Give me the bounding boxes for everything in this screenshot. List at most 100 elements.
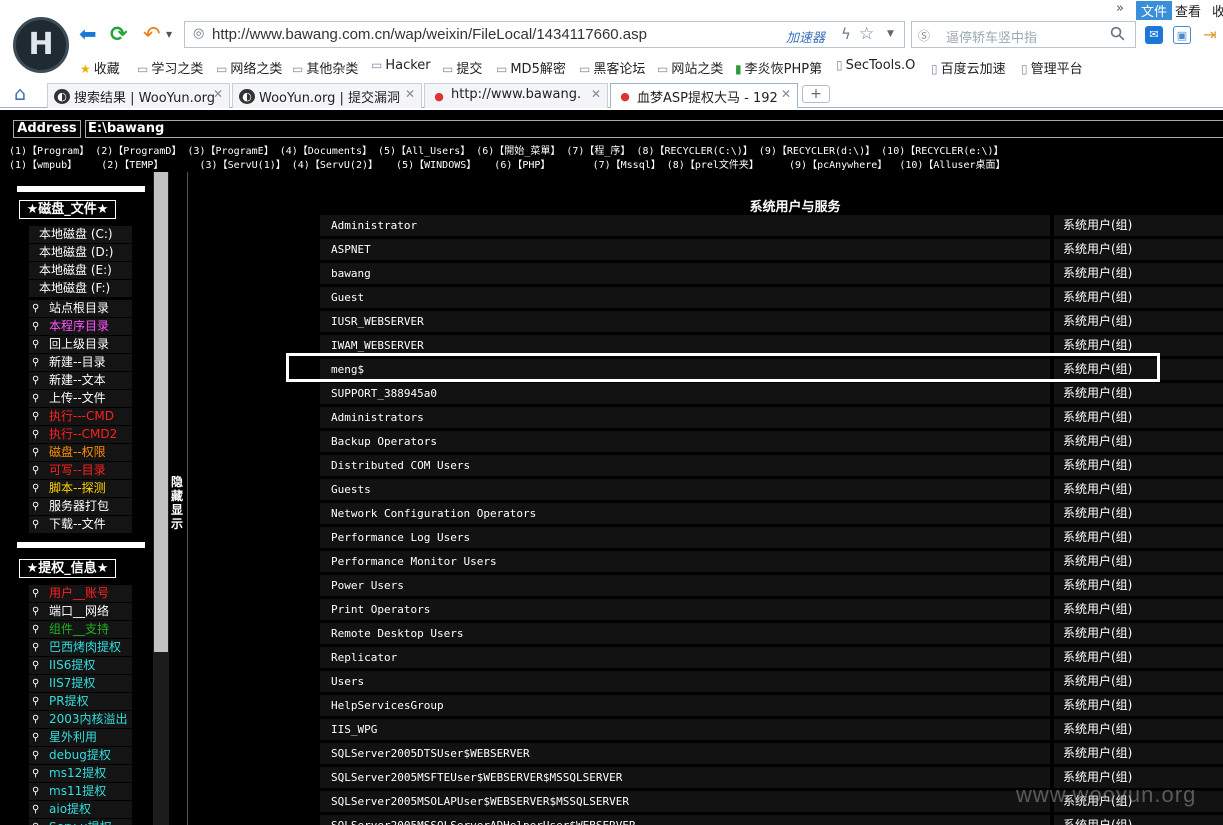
close-icon[interactable]: ✕ (591, 87, 601, 101)
file-menu-item[interactable]: ⚲ 执行---CMD (29, 408, 132, 425)
bookmark-folder[interactable]: ▭ 提交 (442, 58, 482, 77)
bookmark-folder[interactable]: ▭ 其他杂类 (292, 58, 358, 77)
menu-item-label: aio提权 (49, 802, 92, 816)
disk-link[interactable]: 本地磁盘 (C:) (29, 226, 132, 243)
bookmark-folder[interactable]: ▭ 学习之类 (137, 58, 203, 77)
file-menu-item[interactable]: ⚲ 脚本--探测 (29, 480, 132, 497)
user-name: SUPPORT_388945a0 (320, 383, 1050, 404)
privilege-menu-item[interactable]: ⚲ PR提权 (29, 693, 132, 710)
tab-wooyun-search[interactable]: ◐ 搜索结果 | WooYun.org ✕ (47, 83, 230, 108)
tab-active-webshell[interactable]: ● 血梦ASP提权大马 - 192 ✕ (610, 83, 798, 108)
address-bar[interactable]: ◎ http://www.bawang.com.cn/wap/weixin/Fi… (184, 21, 905, 48)
privilege-menu-item[interactable]: ⚲ 巴西烤肉提权 (29, 639, 132, 656)
menu-item-label: 可写--目录 (49, 463, 106, 477)
privilege-menu-item[interactable]: ⚲ ms12提权 (29, 765, 132, 782)
bookmark-favorites[interactable]: ★ 收藏 (80, 58, 120, 77)
hide-show-toggle[interactable]: 隐藏显示 (169, 475, 185, 531)
close-icon[interactable]: ✕ (213, 87, 223, 101)
menu-favorites[interactable]: 收 (1212, 1, 1223, 20)
privilege-menu-item[interactable]: ⚲ debug提权 (29, 747, 132, 764)
disk-link[interactable]: 本地磁盘 (F:) (29, 280, 132, 297)
disk-link[interactable]: 本地磁盘 (D:) (29, 244, 132, 261)
bookmark-label: 管理平台 (1030, 62, 1083, 77)
privilege-menu-item[interactable]: ⚲ 端口__网络 (29, 603, 132, 620)
tab-title: WooYun.org | 提交漏洞 (259, 91, 401, 106)
shortcut-paths-line-2[interactable]: (1)【wmpub】 (2)【TEMP】 (3)【ServU(1)】 (4)【S… (9, 156, 1006, 171)
star-icon[interactable]: ☆ (859, 24, 874, 44)
search-box[interactable]: Ⓢ 逼停轿车竖中指 ⚲ (911, 21, 1136, 48)
file-menu-item[interactable]: ⚲ 磁盘--权限 (29, 444, 132, 461)
privilege-menu-item[interactable]: ⚲ IIS7提权 (29, 675, 132, 692)
privilege-menu-item[interactable]: ⚲ 组件__支持 (29, 621, 132, 638)
privilege-menu-item[interactable]: ⚲ IIS6提权 (29, 657, 132, 674)
menu-item-label: debug提权 (49, 748, 111, 762)
mouse-icon: ⚲ (32, 429, 40, 440)
menu-item-label: 回上级目录 (49, 337, 110, 351)
back-arrow-icon[interactable]: ⬅ (79, 22, 97, 46)
mail-icon[interactable]: ✉ (1145, 26, 1163, 44)
user-row: IUSR_WEBSERVER 系统用户(组) (320, 311, 1223, 332)
menu-item-label: 服务器打包 (49, 499, 110, 513)
accelerator-button[interactable]: 加速器 (786, 27, 825, 46)
new-tab-button[interactable]: + (802, 85, 830, 103)
shortcut-paths-line-1[interactable]: (1)【Program】 (2)【ProgramD】 (3)【ProgramE】… (9, 142, 1004, 157)
url-text[interactable]: http://www.bawang.com.cn/wap/weixin/File… (212, 26, 647, 43)
user-name: Power Users (320, 575, 1050, 596)
file-menu-item[interactable]: ⚲ 新建--文本 (29, 372, 132, 389)
bookmark-folder[interactable]: ▭ 网站之类 (657, 58, 723, 77)
file-menu-item[interactable]: ⚲ 上传--文件 (29, 390, 132, 407)
file-menu-item[interactable]: ⚲ 服务器打包 (29, 498, 132, 515)
tab-bawang[interactable]: ● http://www.bawang.co ✕ (424, 83, 608, 108)
home-icon[interactable]: ⌂ (14, 83, 26, 105)
privilege-menu-item[interactable]: ⚲ 用户__账号 (29, 585, 132, 602)
menu-file[interactable]: 文件 (1136, 1, 1172, 20)
search-icon[interactable]: ⚲ (1105, 21, 1130, 46)
address-path-field[interactable]: E:\bawang (85, 120, 1223, 138)
user-name: Network Configuration Operators (320, 503, 1050, 524)
menu-item-label: 巴西烤肉提权 (49, 640, 122, 654)
user-name: Performance Monitor Users (320, 551, 1050, 572)
menu-view[interactable]: 查看 (1175, 1, 1201, 20)
sidebar-scrollbar-thumb[interactable] (154, 172, 168, 652)
screenshot-icon[interactable]: ▣ (1173, 26, 1191, 44)
search-input[interactable]: 逼停轿车竖中指 (946, 27, 1037, 46)
close-icon[interactable]: ✕ (405, 87, 415, 101)
bookmark-label: 学习之类 (151, 62, 204, 77)
disk-link[interactable]: 本地磁盘 (E:) (29, 262, 132, 279)
lightning-icon[interactable]: ϟ (841, 25, 851, 43)
refresh-icon[interactable]: ⟳ (110, 22, 128, 46)
bookmark-page[interactable]: ▮ 李炎恢PHP第 (735, 58, 822, 77)
privilege-menu-item[interactable]: ⚲ aio提权 (29, 801, 132, 818)
privilege-menu-item[interactable]: ⚲ 2003内核溢出 (29, 711, 132, 728)
file-menu-item[interactable]: ⚲ 回上级目录 (29, 336, 132, 353)
section-divider (17, 542, 145, 548)
bookmark-folder[interactable]: ▭ 黑客论坛 (579, 58, 645, 77)
bookmark-folder[interactable]: ▭ 网络之类 (216, 58, 282, 77)
file-menu-item[interactable]: ⚲ 站点根目录 (29, 300, 132, 317)
privilege-menu-item[interactable]: ⚲ ms11提权 (29, 783, 132, 800)
menu-overflow-chevron[interactable]: » (1116, 1, 1124, 16)
bookmark-page[interactable]: ▯ SecTools.O (836, 58, 915, 73)
mouse-icon: ⚲ (32, 606, 40, 617)
bookmark-folder[interactable]: ▭ MD5解密 (496, 58, 566, 77)
file-menu-item[interactable]: ⚲ 可写--目录 (29, 462, 132, 479)
bookmark-page[interactable]: ▯ 百度云加速 (931, 58, 1006, 77)
bookmark-page[interactable]: ▯ 管理平台 (1021, 58, 1083, 77)
undo-icon[interactable]: ↶ (143, 22, 161, 46)
login-icon[interactable]: ⇥ (1201, 26, 1219, 44)
tab-wooyun-submit[interactable]: ◐ WooYun.org | 提交漏洞 ✕ (232, 83, 422, 108)
user-row: Guests 系统用户(组) (320, 479, 1223, 500)
close-icon[interactable]: ✕ (781, 87, 791, 101)
search-engine-icon[interactable]: Ⓢ (918, 27, 930, 44)
bookmark-folder[interactable]: ▭ Hacker (371, 58, 431, 73)
mouse-icon: ⚲ (32, 321, 40, 332)
file-menu-item[interactable]: ⚲ 新建--目录 (29, 354, 132, 371)
file-menu-item[interactable]: ⚲ 下载--文件 (29, 516, 132, 533)
url-dropdown-icon[interactable]: ▼ (887, 29, 894, 39)
undo-dropdown-icon[interactable]: ▼ (166, 30, 172, 39)
mouse-icon: ⚲ (32, 660, 40, 671)
privilege-menu-item[interactable]: ⚲ Serv-u提权 (29, 819, 132, 825)
file-menu-item[interactable]: ⚲ 执行--CMD2 (29, 426, 132, 443)
file-menu-item[interactable]: ⚲ 本程序目录 (29, 318, 132, 335)
privilege-menu-item[interactable]: ⚲ 星外利用 (29, 729, 132, 746)
